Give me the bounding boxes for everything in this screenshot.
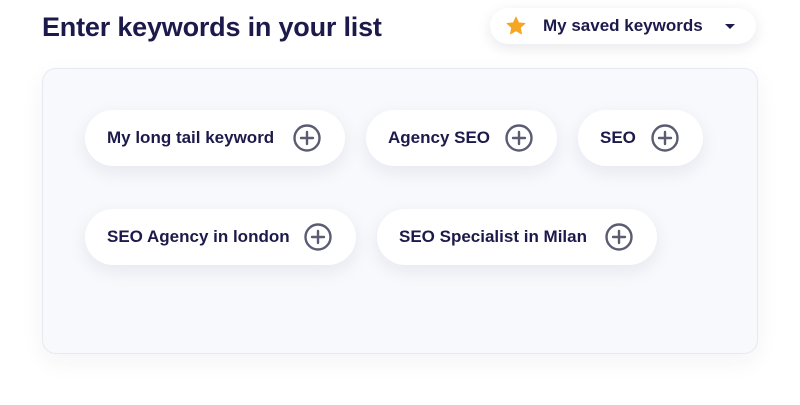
keyword-chip[interactable]: Agency SEO (366, 110, 557, 166)
keyword-chip[interactable]: SEO Agency in london (85, 209, 356, 265)
keyword-list-page: Enter keywords in your list My saved key… (0, 0, 800, 405)
saved-keywords-dropdown[interactable]: My saved keywords (490, 8, 756, 44)
saved-keywords-label: My saved keywords (543, 16, 703, 35)
keyword-chip[interactable]: SEO Specialist in Milan (377, 209, 657, 265)
page-title: Enter keywords in your list (42, 12, 382, 42)
star-icon (506, 16, 526, 35)
keyword-chip-label: SEO Specialist in Milan (399, 227, 587, 246)
keyword-chip-label: SEO (600, 128, 636, 147)
keyword-chip[interactable]: SEO (578, 110, 703, 166)
keyword-chip-label: My long tail keyword (107, 128, 275, 147)
plus-circle-icon[interactable] (651, 124, 679, 152)
keyword-chip[interactable]: My long tail keyword (85, 110, 345, 166)
keyword-chip-label: Agency SEO (388, 128, 491, 147)
keywords-panel: My long tail keyword Agency SEO SEO SEO … (42, 68, 758, 354)
plus-circle-icon[interactable] (505, 124, 533, 152)
plus-circle-icon[interactable] (293, 124, 321, 152)
caret-down-icon (725, 24, 735, 29)
plus-circle-icon[interactable] (605, 223, 633, 251)
plus-circle-icon[interactable] (304, 223, 332, 251)
keyword-chip-label: SEO Agency in london (107, 227, 290, 246)
